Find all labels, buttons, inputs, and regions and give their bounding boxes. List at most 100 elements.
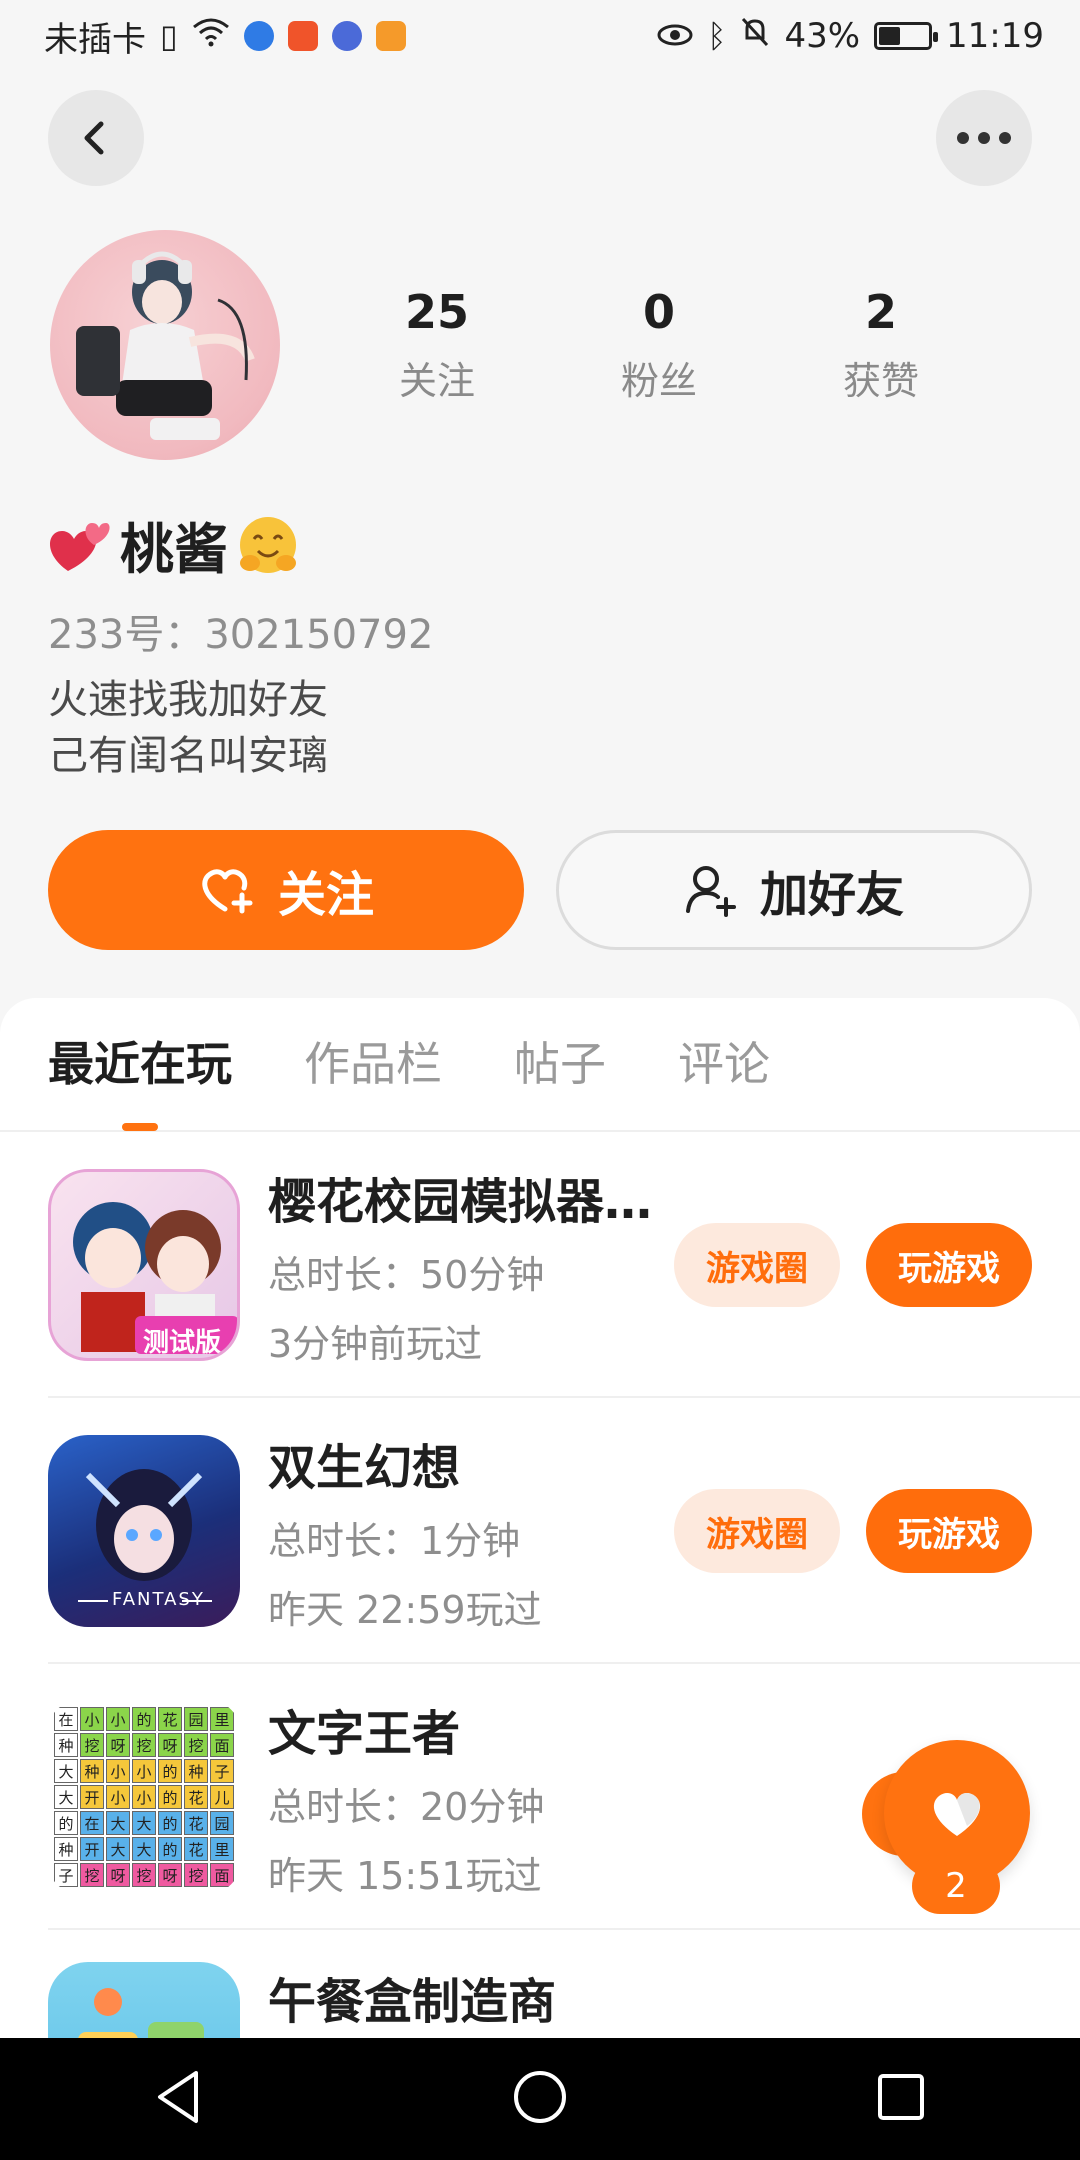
game-duration: 总时长：50分钟 — [268, 1253, 545, 1297]
word-grid-cell: 小 — [106, 1759, 130, 1783]
bio-line: 火速找我加好友 — [48, 677, 328, 723]
word-grid-cell: 小 — [132, 1759, 156, 1783]
game-icon: 测试版 — [48, 1169, 240, 1361]
sparkling-hearts-icon — [50, 522, 110, 571]
tab-posts[interactable]: 帖子 — [514, 998, 606, 1131]
add-friend-button[interactable]: 加好友 — [556, 830, 1032, 950]
word-grid-cell: 呀 — [106, 1863, 130, 1887]
game-icon — [48, 1962, 240, 2038]
profile-stats: 25 关注 0 粉丝 2 获赞 — [326, 285, 992, 405]
likes-label: 获赞 — [842, 359, 919, 404]
word-grid-cell: 呀 — [106, 1733, 130, 1757]
word-grid-cell: 挖 — [184, 1733, 208, 1757]
eye-icon — [657, 16, 693, 56]
game-row[interactable]: 午餐盒制造商 — [0, 1930, 1080, 2038]
nav-home-button[interactable] — [512, 2069, 568, 2129]
game-title: 午餐盒制造商 — [268, 1974, 557, 2030]
circle-home-icon — [514, 2071, 566, 2123]
game-row[interactable]: FANTASY 双生幻想 总时长：1分钟 昨天 22:59玩过 游戏圈 玩游戏 — [0, 1398, 1080, 1664]
nav-back-button[interactable] — [154, 2069, 204, 2129]
word-grid-cell: 的 — [158, 1759, 182, 1783]
battery-fill — [879, 27, 901, 45]
follow-label: 关注 — [277, 867, 374, 923]
following-count: 25 — [404, 285, 469, 339]
heart-icon — [933, 1793, 981, 1836]
add-friend-label: 加好友 — [759, 867, 904, 923]
heart-plus-icon — [202, 869, 253, 914]
square-recents-icon — [878, 2074, 924, 2120]
hugging-face-icon — [240, 516, 296, 573]
word-grid-cell: 呀 — [158, 1863, 182, 1887]
word-grid-cell: 的 — [158, 1785, 182, 1809]
carrier-text: 未插卡 — [44, 19, 146, 60]
game-info: 樱花校园模拟器... 总时长：50分钟 3分钟前玩过 — [268, 1162, 658, 1368]
game-info: 双生幻想 总时长：1分钟 昨天 22:59玩过 — [268, 1428, 658, 1634]
game-cover-art — [78, 1988, 204, 2038]
word-grid-cell: 在 — [54, 1707, 78, 1731]
word-grid-cell: 花 — [184, 1811, 208, 1835]
video-app-icon — [375, 21, 406, 51]
word-grid-cell: 花 — [184, 1837, 208, 1861]
game-row[interactable]: 测试版 樱花校园模拟器... 总时长：50分钟 3分钟前玩过 游戏圈 玩游戏 — [0, 1132, 1080, 1398]
fans-label: 粉丝 — [620, 359, 697, 404]
nickname-text: 桃酱 — [120, 518, 228, 581]
game-cover-badge: 测试版 — [143, 1328, 222, 1358]
game-title: 双生幻想 — [268, 1440, 461, 1496]
fans-count: 0 — [642, 285, 675, 339]
nav-recents-button[interactable] — [876, 2072, 926, 2126]
word-grid-cell: 儿 — [210, 1785, 234, 1809]
game-actions: 游戏圈 玩游戏 — [674, 1223, 1032, 1307]
play-game-button[interactable]: 玩游戏 — [866, 1223, 1032, 1307]
bio: 火速找我加好友 己有闺名叫安璃 — [48, 672, 328, 784]
word-grid-cell: 园 — [184, 1707, 208, 1731]
game-info: 午餐盒制造商 — [268, 1962, 658, 2032]
bluetooth-icon: ᛒ — [707, 17, 727, 55]
word-grid-cell: 挖 — [132, 1863, 156, 1887]
following-label: 关注 — [398, 359, 475, 404]
word-grid-cell: 小 — [132, 1785, 156, 1809]
status-bar: 未插卡 ▯ ᛒ 43% 11:19 — [0, 0, 1080, 72]
word-grid-cell: 子 — [210, 1759, 234, 1783]
stat-fans[interactable]: 0 粉丝 — [548, 285, 770, 405]
word-grid-cell: 大 — [54, 1759, 78, 1783]
word-grid-cell: 呀 — [158, 1733, 182, 1757]
word-grid-cell: 的 — [54, 1811, 78, 1835]
tab-recent-play[interactable]: 最近在玩 — [48, 998, 232, 1131]
follow-button[interactable]: 关注 — [48, 830, 524, 950]
word-grid-cell: 小 — [80, 1707, 104, 1731]
word-grid-cell: 的 — [158, 1811, 182, 1835]
status-left: 未插卡 ▯ — [44, 12, 406, 61]
word-grid-cell: 里 — [210, 1707, 234, 1731]
game-circle-button[interactable]: 游戏圈 — [674, 1223, 840, 1307]
game-circle-button[interactable]: 游戏圈 — [674, 1489, 840, 1573]
user-id: 233号：302150792 — [48, 612, 434, 658]
word-grid-cell: 的 — [132, 1707, 156, 1731]
word-grid-cell: 开 — [80, 1837, 104, 1861]
stat-following[interactable]: 25 关注 — [326, 285, 548, 405]
stat-likes[interactable]: 2 获赞 — [770, 285, 992, 405]
game-title: 樱花校园模拟器... — [268, 1174, 658, 1230]
word-grid-cell: 挖 — [184, 1863, 208, 1887]
battery-icon — [874, 22, 939, 50]
browser-app-icon — [243, 21, 274, 51]
game-info: 文字王者 总时长：20分钟 昨天 15:51玩过 — [268, 1694, 658, 1900]
word-grid-cell: 大 — [132, 1811, 156, 1835]
tab-comments[interactable]: 评论 — [678, 998, 770, 1131]
back-button[interactable] — [48, 90, 144, 186]
more-button[interactable] — [936, 90, 1032, 186]
battery-percent: 43% — [784, 16, 861, 56]
play-game-button[interactable]: 玩游戏 — [866, 1489, 1032, 1573]
word-grid-cell: 种 — [80, 1759, 104, 1783]
tab-works[interactable]: 作品栏 — [304, 998, 442, 1131]
word-grid-cell: 大 — [106, 1837, 130, 1861]
status-right: ᛒ 43% 11:19 — [657, 16, 1044, 57]
tab-bar: 最近在玩 作品栏 帖子 评论 — [0, 998, 1080, 1132]
system-navigation-bar — [0, 2038, 1080, 2160]
avatar[interactable] — [50, 230, 280, 460]
word-grid-cell: 子 — [54, 1863, 78, 1887]
game-title: 文字王者 — [268, 1706, 461, 1762]
word-grid-cell: 大 — [132, 1837, 156, 1861]
game-actions: 游戏圈 玩游戏 — [674, 1489, 1032, 1573]
game-cover-badge: FANTASY — [112, 1589, 205, 1610]
avatar-illustration — [76, 251, 255, 440]
